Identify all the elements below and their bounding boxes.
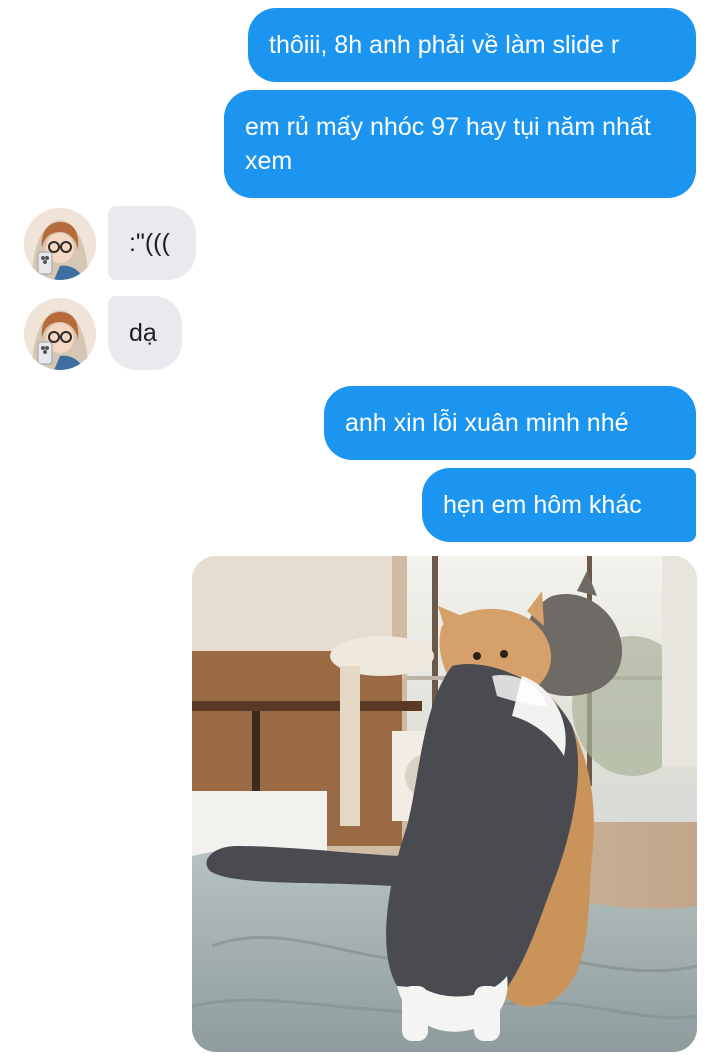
outgoing-message-bubble[interactable]: thôiii, 8h anh phải về làm slide r	[248, 8, 696, 82]
outgoing-message-bubble[interactable]: hẹn em hôm khác	[422, 468, 696, 542]
outgoing-message-bubble[interactable]: em rủ mấy nhóc 97 hay tụi năm nhất xem	[224, 90, 696, 198]
message-text: :"(((	[129, 229, 170, 257]
girl-with-glasses-and-phone-avatar-icon	[24, 208, 96, 280]
photo-of-two-cats-hugging-on-bed-icon	[192, 556, 697, 1052]
contact-avatar[interactable]	[24, 298, 96, 370]
incoming-message-bubble[interactable]: :"(((	[108, 206, 196, 280]
outgoing-message-bubble[interactable]: anh xin lỗi xuân minh nhé	[324, 386, 696, 460]
message-text: anh xin lỗi xuân minh nhé	[345, 409, 629, 437]
message-text: thôiii, 8h anh phải về làm slide r	[269, 31, 620, 59]
image-message[interactable]	[192, 556, 697, 1052]
message-text: dạ	[129, 319, 157, 347]
message-text: em rủ mấy nhóc 97 hay tụi năm nhất xem	[245, 113, 651, 175]
girl-with-glasses-and-phone-avatar-icon	[24, 298, 96, 370]
message-text: hẹn em hôm khác	[443, 491, 642, 519]
incoming-message-bubble[interactable]: dạ	[108, 296, 182, 370]
contact-avatar[interactable]	[24, 208, 96, 280]
